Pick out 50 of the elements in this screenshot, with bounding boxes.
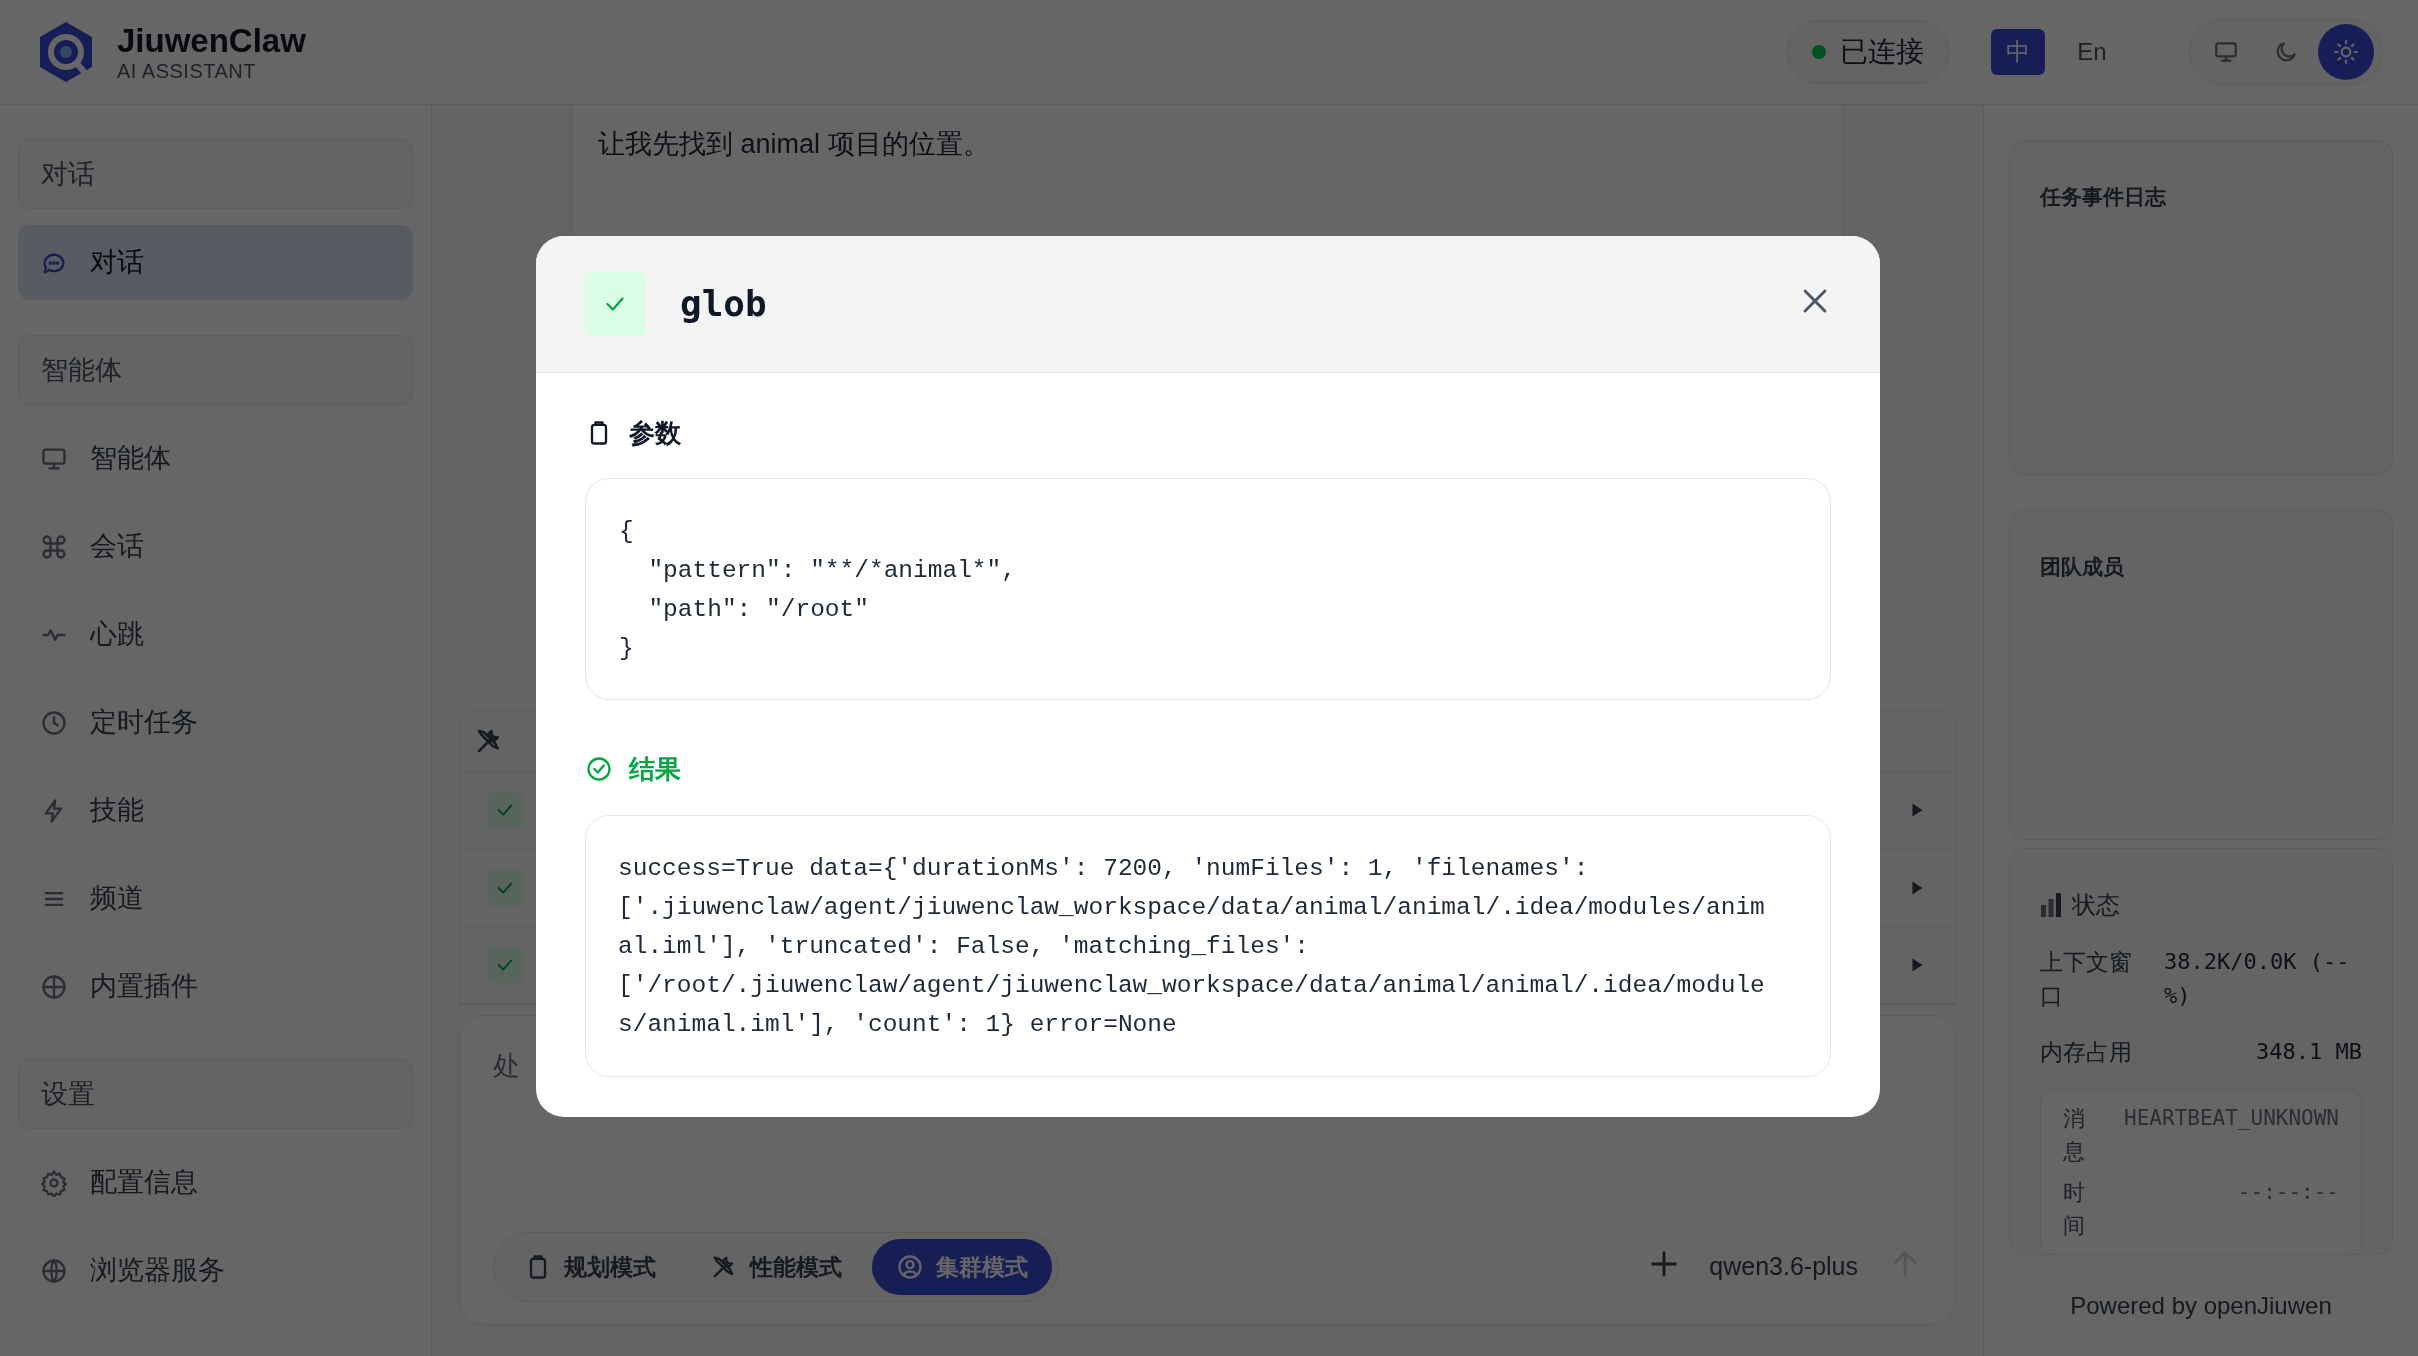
stat-label: 内存占用 [2040, 1038, 2133, 1067]
app-name: JiuwenClaw [117, 23, 306, 57]
section-header: 对话 [18, 139, 413, 209]
clock-icon [40, 708, 68, 737]
language-button[interactable]: 中 [1991, 29, 2045, 75]
sidebar-item[interactable]: 内置插件 [18, 949, 413, 1024]
section-label: 参数 [629, 416, 681, 450]
sun-icon [2333, 39, 2359, 65]
mode-button[interactable]: 性能模式 [686, 1239, 866, 1295]
stat-label: 消息 [2063, 1105, 2086, 1166]
mode-button[interactable]: 规划模式 [500, 1239, 680, 1295]
check-circle-icon [585, 755, 613, 783]
section-header: 设置 [18, 1059, 413, 1129]
theme-button[interactable] [2318, 24, 2374, 80]
card-title: 任务事件日志 [2040, 185, 2166, 208]
card-title: 状态 [2072, 890, 2120, 920]
message-text: 让我先找到 animal 项目的位置。 [598, 128, 991, 161]
monitor-icon [2213, 39, 2239, 65]
sidebar-item[interactable]: 会话 [18, 509, 413, 584]
sidebar-item[interactable]: 心跳 [18, 597, 413, 672]
app-subtitle: AI ASSISTANT [117, 60, 257, 81]
sidebar-item[interactable]: 对话 [18, 225, 413, 300]
stat-value: --:--:-- [2236, 1179, 2339, 1206]
command-icon [40, 532, 68, 561]
section-label: 结果 [629, 752, 681, 786]
language-button[interactable]: En [2065, 29, 2119, 75]
footer-credit: Powered by openJiuwen [2070, 1290, 2332, 1321]
globe-icon [40, 1256, 68, 1285]
mode-button[interactable]: 集群模式 [872, 1239, 1052, 1295]
section-header: 智能体 [18, 335, 413, 405]
card-title: 团队成员 [2040, 555, 2124, 578]
sidebar-item[interactable]: 频道 [18, 861, 413, 936]
sidebar-item[interactable]: 定时任务 [18, 685, 413, 760]
person-circle-icon [896, 1253, 924, 1281]
settings-icon [40, 1168, 68, 1197]
stat-value: HEARTBEAT_UNKNOWN [2123, 1105, 2339, 1132]
sidebar-item[interactable]: 技能 [18, 773, 413, 848]
stat-label: 上下文窗口 [2040, 948, 2133, 1011]
connection-label: 已连接 [1840, 35, 1924, 69]
stat-value: 348.1 MB [2256, 1038, 2362, 1066]
stat-value: 38.2K/0.0K (--%) [2164, 948, 2351, 1010]
circle-plus-icon [40, 972, 68, 1001]
parameters-code: { "pattern": "**/*animal*", "path": "/root" } [585, 478, 1831, 700]
bar-chart-icon [2040, 893, 2062, 917]
sidebar-item[interactable]: 智能体 [18, 421, 413, 496]
dialog-title: glob [680, 282, 767, 326]
model-selector[interactable]: qwen3.6-plus [1709, 1248, 1858, 1286]
stat-label: 时间 [2063, 1179, 2086, 1240]
sidebar-item[interactable]: 浏览器服务 [18, 1233, 413, 1308]
sidebar-item[interactable]: 配置信息 [18, 1145, 413, 1220]
